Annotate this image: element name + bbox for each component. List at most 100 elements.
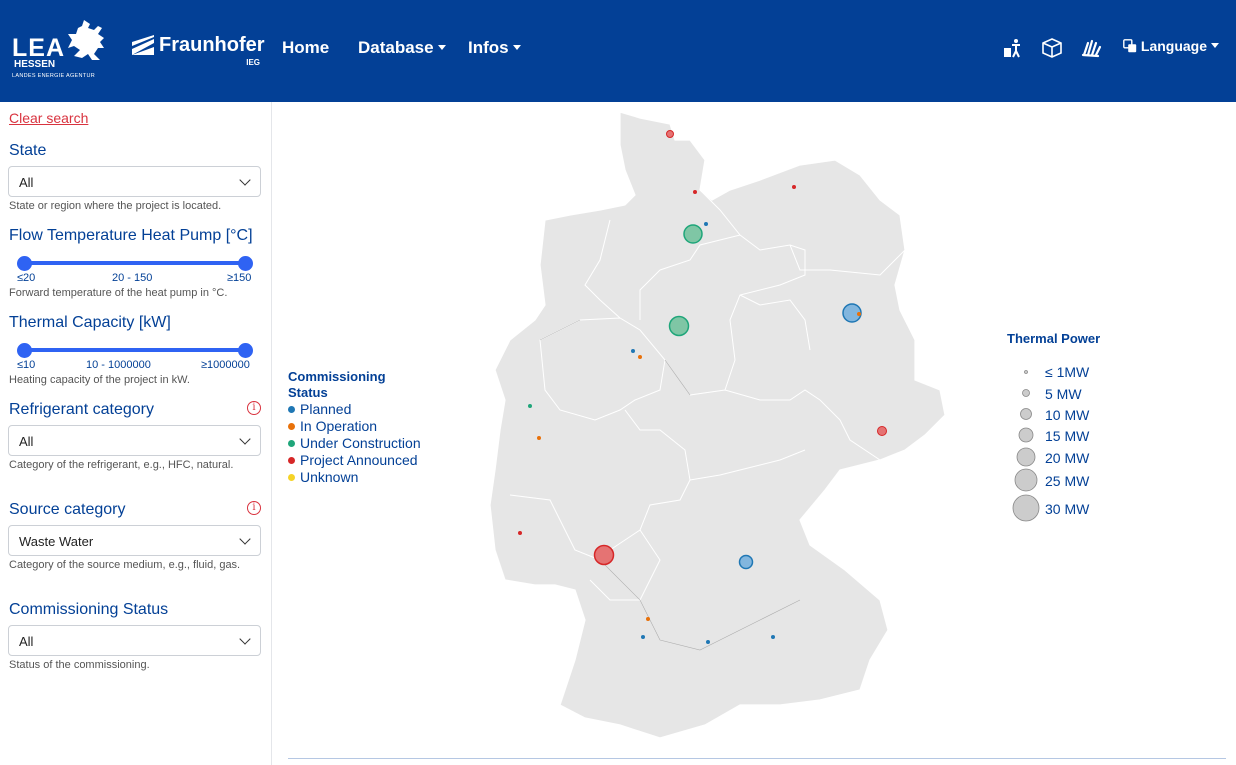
size-circle [1014,468,1038,492]
lea-hessen-logo[interactable]: LEA HESSEN LANDES ENERGIE AGENTUR [10,18,110,82]
thermal-capacity-min-label: ≤10 [17,359,36,371]
nav-infos-label: Infos [468,38,509,57]
legend-dot-icon [288,405,295,413]
caret-down-icon [437,44,446,50]
flow-temperature-label: Flow Temperature Heat Pump [°C] [9,227,253,244]
power-label: 5 MW [1045,386,1082,402]
lion-icon [68,20,104,60]
refrigerant-category-label: Refrigerant category [9,401,154,418]
source-select-value: Waste Water [19,534,94,549]
fraunhofer-logo[interactable]: Fraunhofer IEG [132,34,265,70]
sign-language-icon[interactable] [1080,37,1102,59]
accessibility-icon[interactable] [1002,37,1024,59]
state-select-value: All [19,175,34,190]
chevron-down-icon [239,533,251,545]
project-marker [668,315,690,337]
commissioning-status-select[interactable]: All [8,625,261,656]
flow-temperature-range-label: 20 - 150 [112,272,153,284]
info-icon[interactable]: i [247,501,261,515]
caret-down-icon [512,44,521,50]
nav-infos[interactable]: Infos [468,38,521,58]
size-circle [1024,370,1028,374]
thermal-capacity-range-label: 10 - 1000000 [86,359,151,371]
project-marker [693,190,697,194]
legend-dot-icon [288,456,295,464]
thermal-power-legend-title: Thermal Power [1007,331,1101,346]
project-marker [792,185,796,189]
commissioning-status-label: Commissioning Status [9,601,169,618]
state-help-text: State or region where the project is loc… [9,200,222,212]
language-icon [1123,38,1137,52]
slider-min-handle[interactable] [17,343,32,358]
slider-max-handle[interactable] [238,256,253,271]
project-marker [877,426,887,436]
commissioning-help-text: Status of the commissioning. [9,659,150,671]
size-circle [1020,408,1032,420]
size-circle [1012,494,1040,522]
commissioning-select-value: All [19,634,34,649]
info-icon[interactable]: i [247,401,261,415]
project-marker [631,349,635,353]
source-help-text: Category of the source medium, e.g., flu… [9,559,241,571]
power-label: 10 MW [1045,407,1090,423]
chevron-down-icon [239,633,251,645]
power-label: 25 MW [1045,473,1090,489]
nav-home[interactable]: Home [282,38,329,58]
power-label: 15 MW [1045,428,1090,444]
size-circle [1016,447,1036,467]
flow-temperature-help-text: Forward temperature of the heat pump in … [9,287,228,299]
chevron-down-icon [239,174,251,186]
project-marker [738,554,754,570]
lea-logo-subtitle: HESSEN [14,59,56,70]
nav-database[interactable]: Database [358,38,446,58]
commissioning-legend-title: Commissioning Status [288,369,386,400]
thermal-capacity-slider[interactable] [17,343,253,358]
filter-sidebar: Clear search State All State or region w… [0,102,272,765]
map-panel[interactable] [273,102,1236,765]
project-marker [706,640,710,644]
slider-track [25,348,245,352]
size-circle [1022,389,1030,397]
state-label: State [9,142,47,159]
size-circle [1018,427,1034,443]
project-marker [593,544,615,566]
slider-max-handle[interactable] [238,343,253,358]
power-label: 30 MW [1045,501,1090,517]
legend-label: In Operation [300,418,378,434]
top-navbar: LEA HESSEN LANDES ENERGIE AGENTUR Fraunh… [0,0,1236,102]
power-label: ≤ 1MW [1045,364,1090,380]
fraunhofer-unit-text: IEG [246,58,260,67]
refrigerant-help-text: Category of the refrigerant, e.g., HFC, … [9,459,234,471]
lea-logo-tagline: LANDES ENERGIE AGENTUR [12,73,96,79]
legend-item-unknown[interactable]: Unknown [288,469,358,485]
legend-item-in-operation[interactable]: In Operation [288,418,377,434]
legend-label: Under Construction [300,435,421,451]
easy-language-icon[interactable] [1041,37,1063,59]
project-marker [704,222,708,226]
divider [288,758,1226,759]
slider-min-handle[interactable] [17,256,32,271]
thermal-power-size-legend [1012,370,1040,522]
power-label: 20 MW [1045,450,1090,466]
source-category-select[interactable]: Waste Water [8,525,261,556]
language-dropdown[interactable]: Language [1123,38,1220,54]
project-marker [771,635,775,639]
project-markers[interactable] [273,102,1236,765]
nav-database-label: Database [358,38,434,57]
legend-dot-icon [288,439,295,447]
legend-label: Unknown [300,469,359,485]
caret-down-icon [1211,43,1220,49]
legend-item-planned[interactable]: Planned [288,401,351,417]
refrigerant-category-select[interactable]: All [8,425,261,456]
thermal-capacity-help-text: Heating capacity of the project in kW. [9,374,190,386]
project-marker [666,130,674,138]
state-select[interactable]: All [8,166,261,197]
project-marker [683,224,703,244]
legend-item-project-announced[interactable]: Project Announced [288,452,418,468]
legend-item-under-construction[interactable]: Under Construction [288,435,421,451]
flow-temperature-slider[interactable] [17,256,253,271]
project-marker [537,436,541,440]
legend-dot-icon [288,473,295,481]
clear-search-link[interactable]: Clear search [9,110,88,126]
project-marker [638,355,642,359]
